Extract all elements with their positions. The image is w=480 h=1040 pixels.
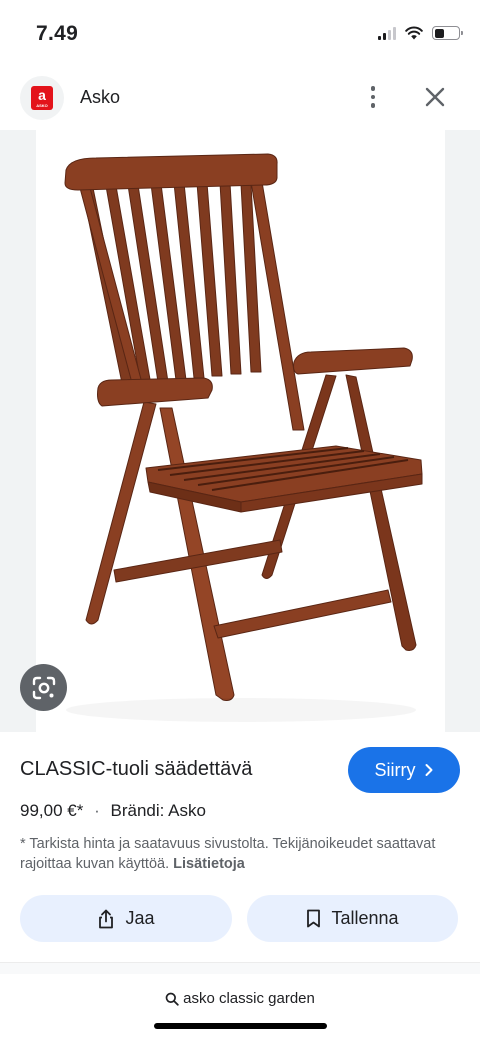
asko-logo-mark: a ASKO: [31, 86, 53, 110]
copyright-disclaimer: * Tarkista hinta ja saatavuus sivustolta…: [20, 834, 460, 874]
more-vert-icon: [370, 86, 376, 91]
chair-image: [64, 153, 423, 722]
more-options-button[interactable]: [358, 82, 388, 112]
price: 99,00 €*: [20, 801, 84, 820]
section-divider: [0, 962, 480, 974]
google-lens-button[interactable]: [20, 664, 67, 711]
logo-text: ASKO: [36, 103, 48, 108]
search-query-chip[interactable]: asko classic garden: [0, 990, 480, 1007]
bookmark-icon: [307, 909, 321, 928]
source-name[interactable]: Asko: [80, 87, 120, 108]
logo-letter: a: [38, 87, 46, 103]
share-icon: [99, 909, 114, 928]
cellular-signal-icon: [378, 26, 396, 40]
wifi-icon: [405, 26, 423, 40]
status-icons: [378, 26, 463, 40]
lens-icon: [32, 676, 55, 699]
product-image-area[interactable]: [0, 130, 480, 732]
product-title: CLASSIC-tuoli säädettävä: [20, 758, 253, 780]
home-indicator: [154, 1023, 327, 1029]
visit-button-label: Siirry: [374, 759, 416, 780]
chevron-right-icon: [425, 764, 432, 776]
asko-logo[interactable]: a ASKO: [20, 76, 64, 120]
brand: Brändi: Asko: [110, 801, 206, 820]
separator: ·: [94, 801, 100, 820]
save-button-label: Tallenna: [331, 908, 399, 928]
save-button[interactable]: Tallenna: [247, 895, 458, 942]
share-button[interactable]: Jaa: [20, 895, 232, 942]
close-icon[interactable]: [420, 82, 450, 112]
search-icon: [165, 992, 179, 1006]
price-line: 99,00 €* · Brändi: Asko: [20, 801, 206, 821]
more-info-link[interactable]: Lisätietoja: [173, 856, 245, 872]
status-time: 7.49: [36, 22, 79, 45]
status-bar: 7.49: [0, 0, 480, 66]
visit-button[interactable]: Siirry: [348, 747, 460, 793]
battery-icon: [432, 26, 463, 40]
source-header: a ASKO Asko: [0, 70, 480, 126]
bottom-search-bar[interactable]: asko classic garden: [0, 974, 480, 1040]
search-query-text: asko classic garden: [183, 990, 315, 1007]
share-button-label: Jaa: [125, 908, 155, 928]
